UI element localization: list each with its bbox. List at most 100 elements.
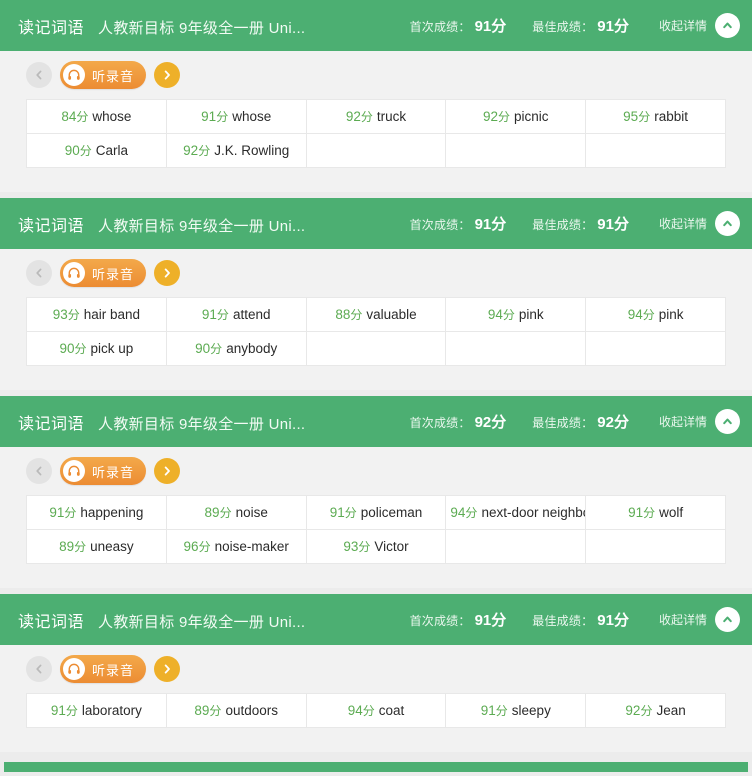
word-score-cell[interactable]: 94分 next-door neighbor [445,495,587,530]
cell-score-unit: 分 [358,539,371,554]
word-score-cell[interactable]: 88分 valuable [305,297,447,332]
chevron-right-icon[interactable] [154,458,181,484]
word-score-cell[interactable]: 94分 coat [305,693,447,728]
word-score-cell[interactable]: 89分 outdoors [165,693,307,728]
first-score-group: 首次成绩： 91分 [410,609,507,630]
section-title-group: 读记词语 人教新目标 9年级全一册 Uni... [18,14,305,38]
word-table-body: 84分 whose 91分 whose 92分 truck 92分 picnic 95分 rabb… [26,99,726,168]
word-score-cell[interactable]: 94分 pink [585,297,726,332]
chevron-up-icon[interactable] [715,409,740,434]
word-score-cell[interactable]: 96分 noise-maker [165,529,307,564]
section-title-group: 读记词语 人教新目标 9年级全一册 Uni... [18,410,305,434]
word-score-cell[interactable]: 91分 sleepy [445,693,587,728]
section-scores: 首次成绩： 91分 最佳成绩： 91分 收起详情 [384,211,740,236]
cell-score: 89 [194,702,210,718]
collapse-control[interactable]: 收起详情 [659,211,740,236]
page-title: 读记词语 [18,217,85,235]
listen-recording-button[interactable]: 听录音 [60,457,147,485]
collapse-control[interactable]: 收起详情 [659,13,740,38]
word-score-cell[interactable]: 84分 whose [26,99,167,134]
word-score-cell[interactable]: 89分 uneasy [26,529,167,564]
listen-label: 听录音 [92,68,135,84]
word-table-wrap: 93分 hair band 91分 attend 88分 valuable 94分 pink 9… [0,297,752,390]
chevron-right-icon[interactable] [154,260,181,286]
word-score-cell[interactable]: 91分 laboratory [26,693,167,728]
section-header[interactable]: 读记词语 人教新目标 9年级全一册 Uni... 首次成绩： 91分 最佳成绩：… [0,198,752,249]
cell-score: 92 [183,142,199,158]
chevron-up-icon[interactable] [715,211,740,236]
word-score-cell[interactable]: 91分 attend [165,297,307,332]
word-score-cell[interactable]: 91分 policeman [305,495,447,530]
first-score-label: 首次成绩： [409,416,471,430]
word-score-cell[interactable]: 89分 noise [165,495,307,530]
chevron-left-icon[interactable] [26,62,52,88]
word-score-cell[interactable]: 92分 truck [305,99,447,134]
word-score-cell[interactable]: 92分 J.K. Rowling [165,133,307,168]
cell-score: 93 [52,306,68,322]
cell-score-unit: 分 [74,539,87,554]
word-score-cell[interactable]: 92分 picnic [445,99,587,134]
sec-header-partial[interactable] [4,762,748,772]
collapse-control[interactable]: 收起详情 [659,409,740,434]
page-title: 读记词语 [18,613,85,631]
section-title-group: 读记词语 人教新目标 9年级全一册 Uni... [18,212,305,236]
listen-recording-button[interactable]: 听录音 [60,259,147,287]
word-score-cell[interactable]: 93分 hair band [26,297,167,332]
collapse-label: 收起详情 [658,415,707,429]
section-header[interactable]: 读记词语 人教新目标 9年级全一册 Uni... 首次成绩： 91分 最佳成绩：… [0,594,752,645]
best-score-group: 最佳成绩： 91分 [532,15,629,36]
audio-toolbar: 听录音 [0,51,752,99]
collapse-control[interactable]: 收起详情 [659,607,740,632]
first-score-group: 首次成绩： 91分 [410,15,507,36]
cell-score-unit: 分 [219,505,232,520]
section-subtitle: 人教新目标 9年级全一册 Uni... [98,217,306,235]
chevron-right-icon[interactable] [154,62,181,88]
word-score-table: 91分 happening 89分 noise 91分 policeman 94分 next-… [26,495,726,564]
chevron-up-icon[interactable] [715,607,740,632]
cell-score-unit: 分 [74,341,87,356]
word-score-cell[interactable]: 91分 whose [165,99,307,134]
word-table-wrap: 91分 laboratory 89分 outdoors 94分 coat 91分 sleepy… [0,693,752,752]
best-score-value: 92分 [597,414,629,431]
cell-score: 94 [450,504,466,520]
word-score-cell[interactable]: 90分 anybody [165,331,307,366]
page-root: 读记词语 人教新目标 9年级全一册 Uni... 首次成绩： 91分 最佳成绩：… [0,0,752,776]
cell-score: 89 [204,504,220,520]
cell-score-unit: 分 [465,505,478,520]
cell-score: 92 [345,108,361,124]
section-scores: 首次成绩： 91分 最佳成绩： 91分 收起详情 [384,13,740,38]
section-header[interactable]: 读记词语 人教新目标 9年级全一册 Uni... 首次成绩： 92分 最佳成绩：… [0,396,752,447]
collapse-label: 收起详情 [658,613,707,627]
cell-score: 88 [335,306,351,322]
cell-score-unit: 分 [638,109,651,124]
cell-score: 94 [487,306,503,322]
listen-label: 听录音 [92,266,135,282]
section-scores: 首次成绩： 92分 最佳成绩： 92分 收起详情 [384,409,740,434]
chevron-up-icon[interactable] [715,13,740,38]
page-title: 读记词语 [18,19,85,37]
best-score-label: 最佳成绩： [532,416,594,430]
best-score-value: 91分 [597,216,629,233]
cell-score-unit: 分 [498,109,511,124]
sections-list: 读记词语 人教新目标 9年级全一册 Uni... 首次成绩： 91分 最佳成绩：… [0,0,752,752]
chevron-left-icon[interactable] [26,458,52,484]
word-score-cell[interactable]: 95分 rabbit [585,99,726,134]
table-row: 89分 uneasy 96分 noise-maker 93分 Victor [26,529,726,564]
chevron-left-icon[interactable] [26,260,52,286]
word-score-cell[interactable]: 91分 happening [26,495,167,530]
word-score-cell[interactable]: 90分 pick up [26,331,167,366]
word-score-cell[interactable]: 91分 wolf [585,495,726,530]
headphone-icon [63,460,85,482]
word-score-table: 93分 hair band 91分 attend 88分 valuable 94分 pink 9… [26,297,726,366]
listen-recording-button[interactable]: 听录音 [60,61,147,89]
chevron-left-icon[interactable] [26,656,52,682]
word-score-cell[interactable]: 93分 Victor [305,529,447,564]
section-header[interactable]: 读记词语 人教新目标 9年级全一册 Uni... 首次成绩： 91分 最佳成绩：… [0,0,752,51]
chevron-right-icon[interactable] [154,656,181,682]
listen-recording-button[interactable]: 听录音 [60,655,147,683]
word-score-cell[interactable]: 92分 Jean [585,693,726,728]
cell-word: rabbit [654,108,688,124]
word-score-cell[interactable]: 94分 pink [445,297,587,332]
word-score-cell[interactable]: 90分 Carla [26,133,167,168]
cell-score-unit: 分 [360,109,373,124]
